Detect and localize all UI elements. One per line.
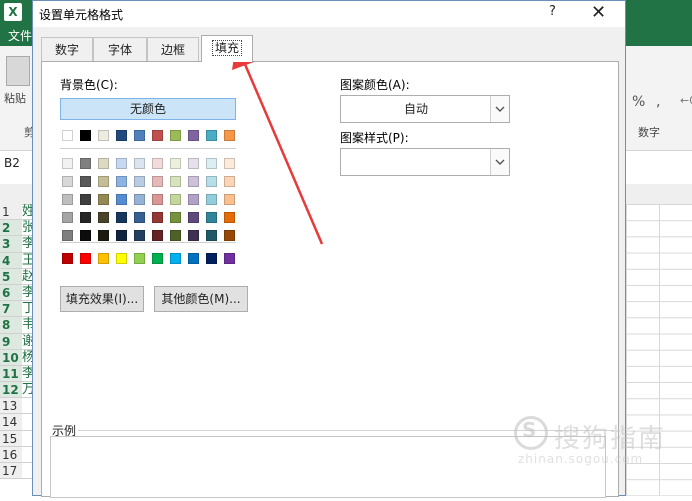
annotation-arrow-line bbox=[242, 61, 324, 245]
tab-label: 填充 bbox=[211, 40, 242, 56]
watermark-text: 搜狗指南 bbox=[554, 424, 667, 454]
watermark-url: zhinan.sogou.com bbox=[518, 452, 644, 466]
tab-fill[interactable]: 填充 bbox=[201, 35, 253, 62]
sogou-watermark: S 搜狗指南 zhinan.sogou.com bbox=[510, 412, 690, 466]
watermark-logo-letter: S bbox=[522, 418, 537, 442]
